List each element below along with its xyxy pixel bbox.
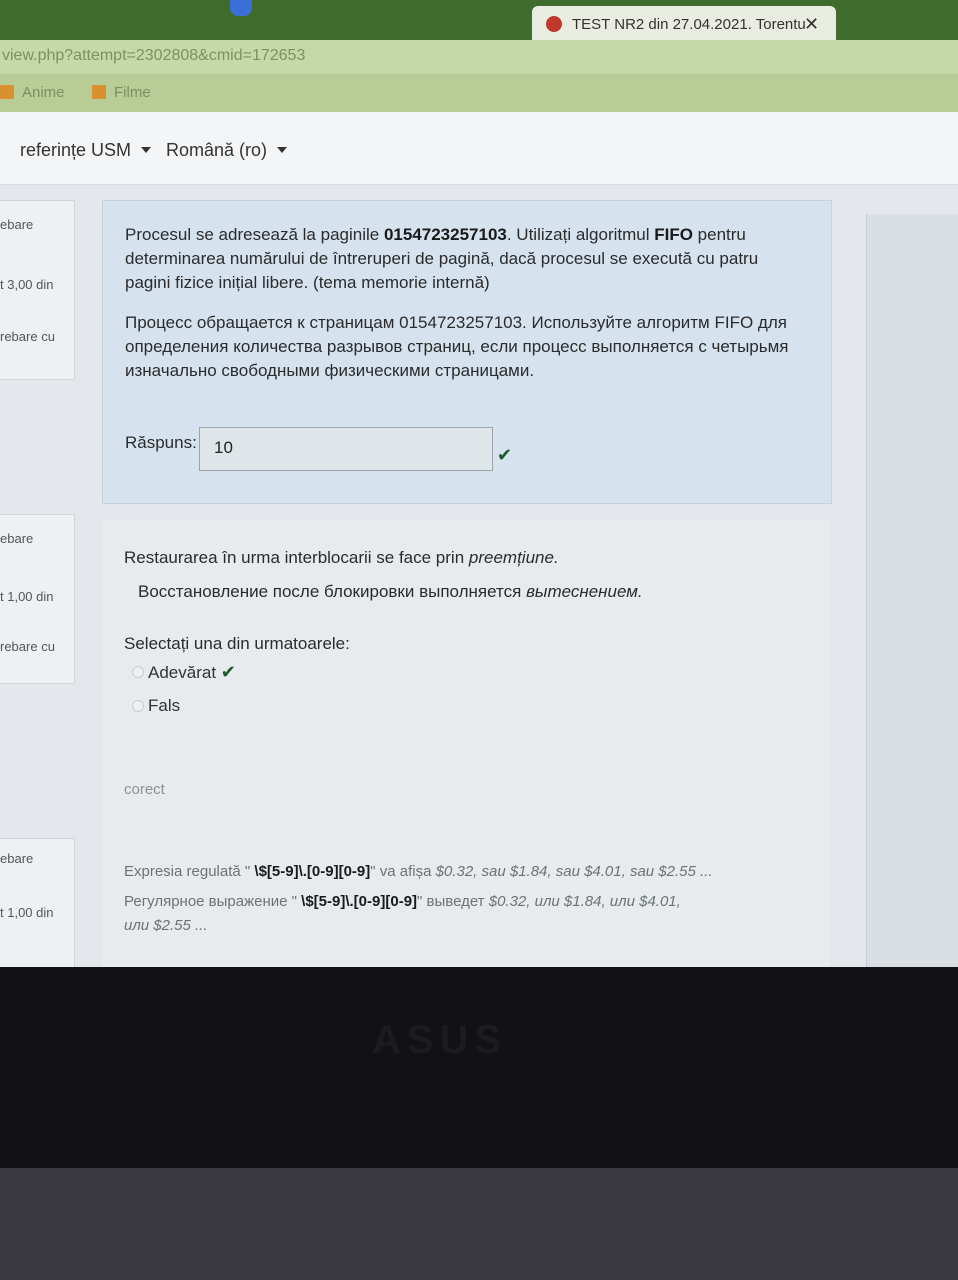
tab-title: TEST NR2 din 27.04.2021. Torentu xyxy=(572,16,806,33)
answer-label: Răspuns: xyxy=(125,433,197,452)
caret-down-icon xyxy=(277,147,288,153)
radio-false[interactable] xyxy=(132,700,144,712)
question-1-text-ro: Procesul se adresează la paginile 015472… xyxy=(125,225,759,292)
question-info-3: ebare t 1,00 din xyxy=(0,838,75,970)
address-bar[interactable]: view.php?attempt=2302808&cmid=172653 xyxy=(0,40,958,74)
laptop-brand-logo: ASUS xyxy=(372,1018,508,1062)
question-2-text-ro: Restaurarea în urma interblocarii se fac… xyxy=(124,548,559,567)
question-3-text-ru: Регулярное выражение " \$[5-9]\.[0-9][0-… xyxy=(124,893,681,934)
caret-down-icon xyxy=(141,147,152,153)
browser-tab[interactable]: TEST NR2 din 27.04.2021. Torentu ✕ xyxy=(532,6,836,44)
correct-check-icon: ✔ xyxy=(220,662,236,682)
top-navbar: referințe USM Română (ro) xyxy=(0,112,958,185)
question-2: Restaurarea în urma interblocarii se fac… xyxy=(102,520,830,850)
browser-tab-bar: TEST NR2 din 27.04.2021. Torentu ✕ xyxy=(0,0,958,44)
feedback-text: corect xyxy=(124,781,165,798)
question-1: Procesul se adresează la paginile 015472… xyxy=(102,200,832,504)
option-true-label[interactable]: Adevărat ✔ xyxy=(148,662,236,683)
bookmark-filme[interactable]: Filme xyxy=(92,84,151,101)
close-tab-icon[interactable]: ✕ xyxy=(804,14,819,35)
question-info-2: ebare t 1,00 din rebare cu xyxy=(0,514,75,684)
answer-input[interactable]: 10 xyxy=(199,427,493,471)
question-2-prompt: Selectați una din urmatoarele: xyxy=(124,634,350,653)
question-2-text-ru: Восстановление после блокировки выполняе… xyxy=(138,582,643,601)
correct-check-icon: ✔ xyxy=(497,445,513,465)
right-panel xyxy=(866,214,958,974)
bookmark-anime[interactable]: Anime xyxy=(0,84,65,101)
question-1-text-ru: Процесс обращается к страницам 015472325… xyxy=(125,313,789,380)
question-info-1: ebare t 3,00 din rebare cu xyxy=(0,200,75,380)
record-icon xyxy=(230,0,252,16)
radio-true[interactable] xyxy=(132,666,144,678)
nav-menu-language[interactable]: Română (ro) xyxy=(166,140,288,161)
quiz-page: referințe USM Română (ro) ebare t 3,00 d… xyxy=(0,112,958,974)
folder-icon xyxy=(92,85,106,99)
option-false-label[interactable]: Fals xyxy=(148,696,180,716)
question-3-text-ro: Expresia regulată " \$[5-9]\.[0-9][0-9]"… xyxy=(124,863,713,880)
folder-icon xyxy=(0,85,14,99)
nav-menu-references[interactable]: referințe USM xyxy=(20,140,152,161)
site-favicon-icon xyxy=(546,16,562,32)
desk-surface xyxy=(0,1168,958,1280)
url-text: view.php?attempt=2302808&cmid=172653 xyxy=(2,47,306,64)
bookmarks-bar: Anime Filme xyxy=(0,74,958,112)
question-3: Expresia regulată " \$[5-9]\.[0-9][0-9]"… xyxy=(102,850,830,970)
